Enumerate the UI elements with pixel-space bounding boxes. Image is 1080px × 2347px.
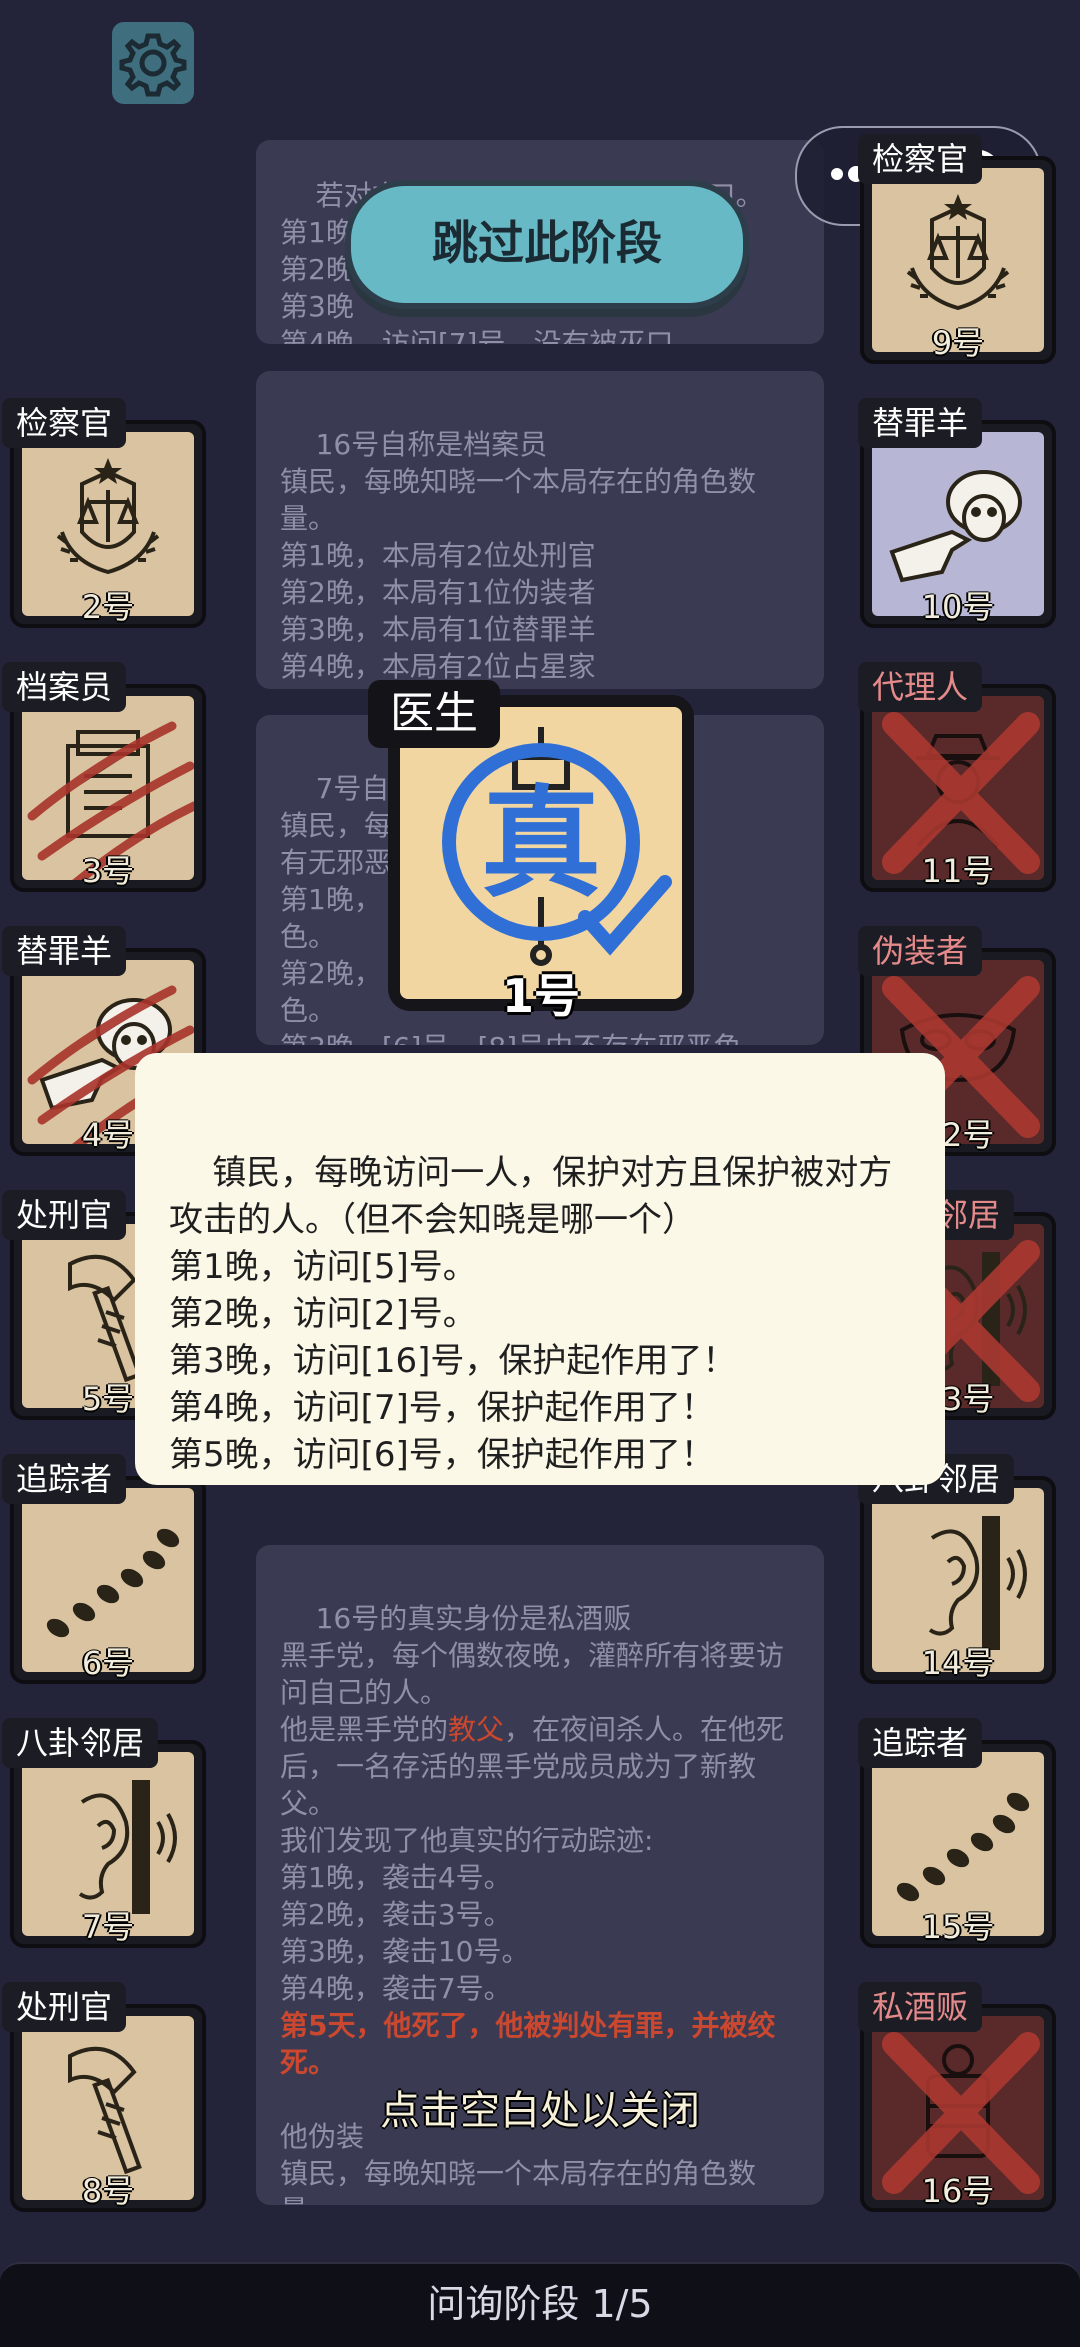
role-tag: 处刑官 — [2, 1190, 127, 1240]
featured-player-number: 1号 — [501, 969, 580, 1023]
log-text: 他是黑手党的 — [280, 1713, 449, 1746]
log-highlight: 教父 — [448, 1713, 505, 1746]
game-screen: 若对方是黑手党教父，会被其灭口。 第1晚，访问[5]号，没有被灭口。 第2晚 第… — [0, 0, 1080, 2347]
log-panel-archivist: 16号自称是档案员 镇民，每晚知晓一个本局存在的角色数量。 第1晚，本局有2位处… — [256, 371, 824, 689]
role-tag: 私酒贩 — [858, 1982, 983, 2032]
featured-role-name: 医生 — [390, 688, 478, 739]
role-tag: 检察官 — [2, 398, 127, 448]
player-card[interactable]: 10号 — [860, 420, 1056, 628]
player-card[interactable]: 7号 — [10, 1740, 206, 1948]
log-text: 16号的真实身份是私酒贩 — [315, 1602, 632, 1635]
player-number: 2号 — [81, 588, 135, 626]
player-number: 15号 — [921, 1908, 995, 1946]
player-number: 7号 — [81, 1908, 135, 1946]
close-hint: 点击空白处以关闭 — [380, 2088, 700, 2134]
role-info-popup[interactable]: 镇民，每晚访问一人，保护对方且保护被对方攻击的人。（但不会知晓是哪一个） 第1晚… — [135, 1053, 945, 1485]
player-number: 16号 — [921, 2172, 995, 2210]
log-text: 黑手党，每个偶数夜晚，灌醉所有将要访问自己的人。 — [280, 1639, 785, 1709]
featured-role-tag: 医生 — [368, 680, 500, 748]
player-number: 8号 — [81, 2172, 135, 2210]
player-number: 9号 — [931, 324, 985, 362]
player-number: 6号 — [81, 1644, 135, 1682]
log-death-text: 第5天，他死了，他被判处有罪，并被绞死。 — [280, 2009, 776, 2079]
role-tag: 追踪者 — [2, 1454, 127, 1504]
skip-label: 跳过此阶段 — [432, 216, 662, 270]
stamp-text: 真 — [481, 775, 601, 914]
player-card[interactable]: 3号 — [10, 684, 206, 892]
role-tag: 追踪者 — [858, 1718, 983, 1768]
gear-icon — [119, 33, 187, 97]
doctor-stamp-icon: 真 — [442, 727, 672, 966]
player-card[interactable]: 11号 — [860, 684, 1056, 892]
featured-card-face: 真 — [400, 707, 682, 999]
player-number: 10号 — [921, 588, 995, 626]
phase-bar: 问询阶段 1/5 — [0, 2262, 1080, 2347]
player-card[interactable]: 15号 — [860, 1740, 1056, 1948]
player-number: 3号 — [81, 852, 135, 890]
phase-label: 问询阶段 1/5 — [427, 2282, 653, 2326]
role-tag: 八卦邻居 — [2, 1718, 159, 1768]
player-card[interactable]: 2号 — [10, 420, 206, 628]
player-card[interactable]: 9号 — [860, 156, 1056, 364]
player-card[interactable]: 14号 — [860, 1476, 1056, 1684]
role-tag: 处刑官 — [2, 1982, 127, 2032]
role-tag: 替罪羊 — [2, 926, 127, 976]
role-tag: 检察官 — [858, 134, 983, 184]
log-text: 我们发现了他真实的行动踪迹: 第1晚，袭击4号。 第2晚，袭击3号。 第3晚，袭… — [280, 1824, 654, 2005]
log-text: 16号自称是档案员 镇民，每晚知晓一个本局存在的角色数量。 第1晚，本局有2位处… — [280, 428, 757, 683]
settings-button[interactable] — [112, 22, 194, 104]
popup-text: 镇民，每晚访问一人，保护对方且保护被对方攻击的人。（但不会知晓是哪一个） 第1晚… — [169, 1153, 893, 1475]
role-tag: 档案员 — [2, 662, 127, 712]
player-number: 11号 — [921, 852, 995, 890]
skip-phase-button[interactable]: 跳过此阶段 — [345, 180, 749, 309]
role-tag: 代理人 — [858, 662, 983, 712]
role-tag: 替罪羊 — [858, 398, 983, 448]
player-number: 14号 — [921, 1644, 995, 1682]
role-tag: 伪装者 — [858, 926, 983, 976]
